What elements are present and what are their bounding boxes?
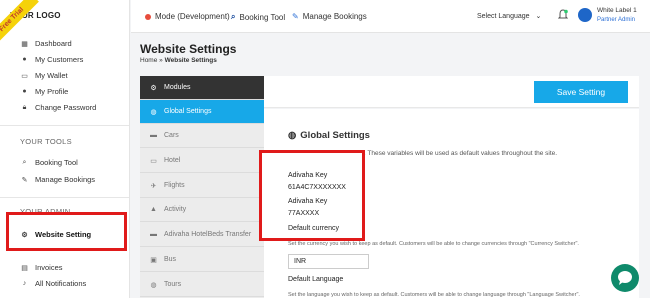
section-description-text: variables will be used as default values… bbox=[387, 150, 558, 157]
globe-icon: ◍ bbox=[150, 281, 157, 289]
sidebar-item-change-password[interactable]: 🔒︎ Change Password bbox=[20, 103, 97, 112]
activity-icon: ▲ bbox=[150, 206, 157, 213]
edit-icon: ✎ bbox=[21, 176, 28, 184]
status-dot-icon bbox=[145, 13, 151, 20]
breadcrumb-home[interactable]: Home bbox=[140, 57, 157, 64]
settings-tab-label: Cars bbox=[164, 132, 179, 139]
settings-tab-label: Activity bbox=[164, 206, 187, 213]
topbar-manage-bookings[interactable]: ✎ Manage Bookings bbox=[292, 12, 367, 21]
search-icon: ⌕ bbox=[231, 12, 236, 21]
globe-icon: ◍ bbox=[150, 108, 157, 116]
bell-icon[interactable] bbox=[558, 9, 568, 21]
adivaha-key-label: Adivaha Key bbox=[288, 172, 328, 179]
bed-icon: ▭ bbox=[150, 157, 157, 165]
sidebar-item-label: Booking Tool bbox=[35, 158, 78, 167]
gear-icon: ⚙ bbox=[150, 84, 157, 92]
sidebar-item-label: All Notifications bbox=[35, 279, 87, 288]
breadcrumb-current: Website Settings bbox=[164, 57, 217, 64]
settings-tab-label: Bus bbox=[164, 256, 177, 263]
sidebar-item-manage-bookings[interactable]: ✎ Manage Bookings bbox=[20, 175, 95, 184]
chat-button[interactable] bbox=[611, 264, 639, 292]
user-name[interactable]: White Label 1 bbox=[597, 7, 637, 14]
settings-tab-hotel[interactable]: ▭ Hotel bbox=[140, 149, 264, 173]
sidebar-item-my-profile[interactable]: ● My Profile bbox=[20, 87, 68, 96]
default-language-label: Default Language bbox=[288, 276, 344, 283]
sidebar-item-label: My Customers bbox=[35, 55, 84, 64]
section-title: ◍ Global Settings bbox=[288, 130, 370, 141]
save-setting-button[interactable]: Save Setting bbox=[534, 81, 628, 103]
sidebar-divider bbox=[0, 125, 129, 126]
bus-icon: ▣ bbox=[150, 256, 157, 264]
settings-tab-activity[interactable]: ▲ Activity bbox=[140, 198, 264, 222]
edit-icon: ✎ bbox=[292, 12, 299, 21]
avatar[interactable] bbox=[578, 8, 592, 22]
sidebar-heading-tools: YOUR TOOLS bbox=[20, 137, 72, 146]
sidebar: Free Trial YOUR LOGO ▦ Dashboard ● My Cu… bbox=[0, 0, 130, 298]
settings-tab-label: Hotel bbox=[164, 157, 181, 164]
currency-help-text: Set the currency you wish to keep as def… bbox=[288, 241, 579, 247]
website-setting-highlight bbox=[6, 212, 127, 251]
user-role: Partner Admin bbox=[597, 17, 636, 23]
section-title-text: Global Settings bbox=[300, 130, 370, 141]
settings-tab-bus[interactable]: ▣ Bus bbox=[140, 248, 264, 272]
settings-tab-flights[interactable]: ✈ Flights bbox=[140, 174, 264, 198]
sidebar-item-booking-tool[interactable]: ⌕ Booking Tool bbox=[20, 158, 78, 167]
sidebar-item-all-notifications[interactable]: ♪ All Notifications bbox=[20, 279, 87, 288]
settings-tab-modules[interactable]: ⚙ Modules bbox=[140, 76, 264, 100]
lock-icon: 🔒︎ bbox=[22, 103, 27, 111]
settings-tab-label: Flights bbox=[164, 182, 185, 189]
sidebar-item-invoices[interactable]: ▤ Invoices bbox=[20, 263, 63, 272]
settings-tab-hotelbeds-transfer[interactable]: ▬ Adivaha HotelBeds Transfer bbox=[140, 223, 264, 247]
default-currency-label: Default currency bbox=[288, 225, 339, 232]
search-icon: ⌕ bbox=[22, 158, 27, 166]
settings-tab-cars[interactable]: ▬ Cars bbox=[140, 124, 264, 148]
invoice-icon: ▤ bbox=[21, 264, 28, 272]
language-select-label: Select Language bbox=[477, 12, 530, 20]
sidebar-item-label: My Profile bbox=[35, 87, 69, 96]
sidebar-item-label: Change Password bbox=[35, 103, 97, 112]
sidebar-item-label: Manage Bookings bbox=[35, 175, 96, 184]
settings-tab-label: Adivaha HotelBeds Transfer bbox=[164, 231, 252, 238]
sidebar-item-label: Dashboard bbox=[35, 39, 72, 48]
settings-tab-tours[interactable]: ◍ Tours bbox=[140, 273, 264, 297]
user-icon: ● bbox=[22, 88, 27, 95]
settings-tab-label: Modules bbox=[164, 84, 191, 91]
currency-select[interactable]: INR bbox=[288, 254, 369, 269]
mode-label: Mode (Development) bbox=[155, 12, 230, 21]
mode-indicator[interactable]: Mode (Development) bbox=[145, 12, 230, 21]
bell-icon: ♪ bbox=[22, 280, 27, 287]
adivaha-key2-value[interactable]: 77AXXXX bbox=[288, 210, 319, 217]
adivaha-key-value[interactable]: 61A4C7XXXXXXX bbox=[288, 184, 346, 191]
sidebar-item-my-customers[interactable]: ● My Customers bbox=[20, 55, 83, 64]
sidebar-item-dashboard[interactable]: ▦ Dashboard bbox=[20, 39, 72, 48]
settings-menu: ⚙ Modules ◍ Global Settings ▬ Cars ▭ Hot… bbox=[140, 76, 264, 298]
car-icon: ▬ bbox=[150, 231, 157, 238]
globe-icon: ◍ bbox=[288, 130, 297, 141]
dashboard-icon: ▦ bbox=[21, 40, 28, 48]
breadcrumb-separator: » bbox=[159, 57, 163, 64]
language-help-text: Set the language you wish to keep as def… bbox=[288, 292, 580, 298]
chevron-down-icon: ⌄ bbox=[535, 13, 542, 20]
plane-icon: ✈ bbox=[150, 182, 157, 190]
chat-bubble-icon bbox=[618, 271, 632, 285]
topbar-manage-bookings-label: Manage Bookings bbox=[302, 12, 367, 21]
topbar-booking-tool[interactable]: ⌕ Booking Tool bbox=[231, 12, 285, 22]
language-select[interactable]: Select Language ⌄ bbox=[477, 12, 542, 21]
sidebar-item-my-wallet[interactable]: ▭ My Wallet bbox=[20, 71, 68, 80]
car-icon: ▬ bbox=[150, 132, 157, 139]
sidebar-item-label: My Wallet bbox=[35, 71, 68, 80]
adivaha-key2-label: Adivaha Key bbox=[288, 198, 328, 205]
settings-tab-label: Tours bbox=[164, 281, 182, 288]
topbar: Mode (Development) ⌕ Booking Tool ✎ Mana… bbox=[131, 0, 650, 33]
wallet-icon: ▭ bbox=[21, 72, 28, 80]
page-title: Website Settings bbox=[140, 42, 237, 56]
settings-tab-global-settings[interactable]: ◍ Global Settings bbox=[140, 100, 264, 124]
sidebar-item-label: Invoices bbox=[35, 263, 63, 272]
breadcrumb: Home » Website Settings bbox=[140, 57, 217, 64]
user-icon: ● bbox=[22, 56, 27, 63]
sidebar-divider bbox=[0, 197, 129, 198]
settings-tab-label: Global Settings bbox=[164, 108, 212, 115]
topbar-booking-tool-label: Booking Tool bbox=[239, 12, 286, 22]
